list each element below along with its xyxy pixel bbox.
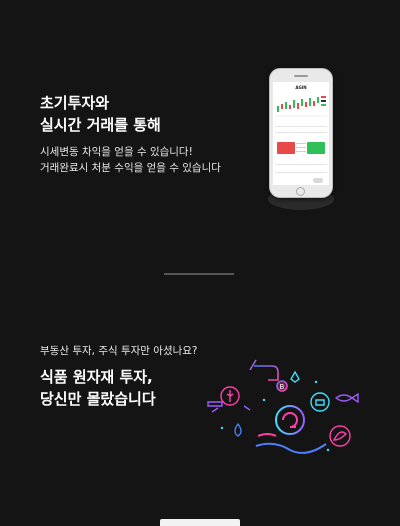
svg-text:B: B: [280, 383, 285, 391]
section1-desc-line-2: 거래완료시 처분 수익을 얻을 수 있습니다: [40, 162, 221, 174]
ethereum-icon: [290, 370, 300, 383]
candlesticks: [277, 97, 319, 112]
hand-token-icon: [255, 405, 327, 454]
screen-row: [275, 132, 327, 133]
drop-icon: [234, 422, 242, 437]
phone-mockup: AGIN: [269, 68, 333, 198]
screen-row: [275, 164, 327, 165]
screen-row: [275, 172, 327, 173]
phone-screen: AGIN: [273, 82, 329, 185]
leaf-icon: [329, 425, 351, 447]
order-quantity-area: [296, 140, 306, 158]
section1-title-line-1: 초기투자와: [40, 94, 110, 112]
phone-speaker: [294, 75, 308, 77]
bitcoin-icon: B: [277, 381, 287, 391]
app-title: AGIN: [295, 85, 307, 90]
section2-title: 식품 원자재 투자, 당신만 몰랐습니다: [40, 366, 156, 410]
section2-intro: 부동산 투자, 주식 투자만 아셨나요?: [40, 345, 198, 357]
section2-title-line-2: 당신만 몰랐습니다: [40, 390, 156, 408]
section2-title-line-1: 식품 원자재 투자,: [40, 368, 153, 386]
fish-icon: [334, 392, 359, 404]
bottom-tab: [160, 519, 240, 526]
cow-icon: [310, 392, 330, 412]
coffee-icon: [207, 401, 251, 413]
sell-button[interactable]: [277, 142, 295, 154]
commodity-investment-illustration: B: [207, 359, 359, 454]
section-divider: [164, 273, 234, 275]
price-chart: [275, 96, 327, 117]
screen-toggle[interactable]: [313, 178, 323, 183]
buy-button[interactable]: [307, 142, 325, 154]
section1-title: 초기투자와 실시간 거래를 통해: [40, 92, 161, 136]
section1-desc-line-1: 시세변동 차익을 얻을 수 있습니다!: [40, 146, 193, 158]
wheat-icon: [220, 386, 240, 406]
home-button: [296, 187, 305, 196]
section1-title-line-2: 실시간 거래를 통해: [40, 116, 161, 134]
screen-row: [275, 126, 327, 127]
section1-description: 시세변동 차익을 얻을 수 있습니다! 거래완료시 처분 수익을 얻을 수 있습…: [40, 144, 221, 176]
